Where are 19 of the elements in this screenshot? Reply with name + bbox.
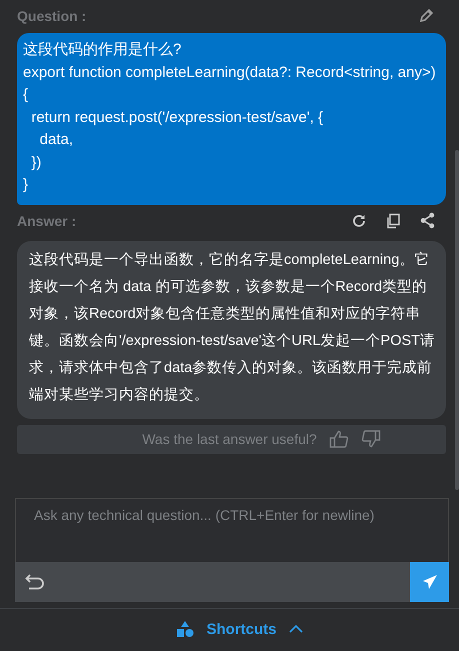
send-button[interactable] [410, 562, 449, 602]
scrollbar-thumb[interactable] [455, 150, 459, 490]
send-icon [422, 574, 438, 590]
question-label: Question : [17, 8, 86, 24]
edit-icon[interactable] [418, 8, 434, 24]
copy-icon[interactable] [385, 212, 401, 228]
shapes-icon [176, 620, 194, 638]
share-icon[interactable] [419, 212, 436, 229]
feedback-question: Was the last answer useful? [142, 431, 317, 447]
chevron-up-icon[interactable] [288, 624, 302, 634]
refresh-icon[interactable] [351, 212, 367, 228]
thumbs-up-icon[interactable] [328, 430, 349, 448]
shortcuts-button[interactable]: Shortcuts [202, 620, 280, 638]
answer-text: 这段代码是一个导出函数，它的名字是completeLearning。它接收一个名为 data 的可选参数，该参数是一个Record类型的对象，该Record对象包含任意类型的属性值和对应的字符串键。函数会向'/expression-test/save'这个URL发起一个POST请求，请求体中包含了data参数传入的对象。该函数用于完成前端对某些学习内容的提交。 [29, 250, 436, 404]
thumbs-down-icon[interactable] [360, 430, 381, 448]
question-input[interactable]: Ask any technical question... (CTRL+Enter for newline) [15, 498, 449, 562]
undo-icon[interactable] [25, 573, 47, 591]
question-text: 这段代码的作用是什么? export function completeLearning(data?: Record<string, any>) { return request.post('/expression-test/save', { data, }) } [23, 40, 437, 195]
answer-label: Answer : [17, 212, 76, 228]
